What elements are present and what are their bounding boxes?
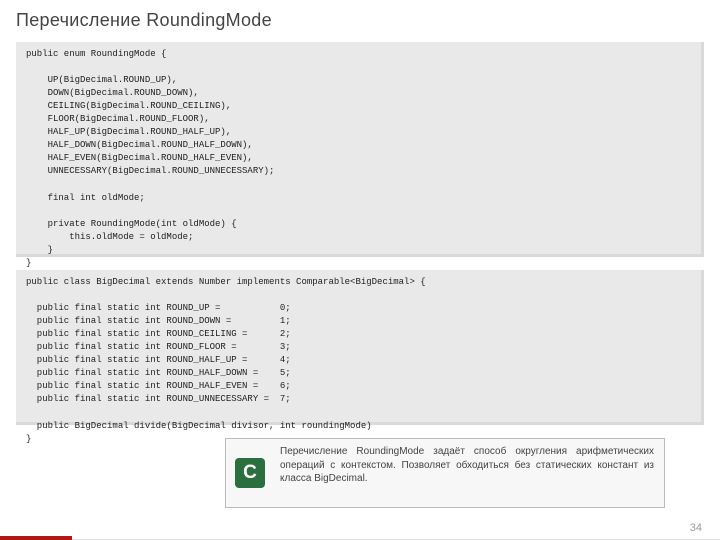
slide: Перечисление RoundingMode public enum Ro…	[0, 0, 720, 540]
code-block-roundingmode: public enum RoundingMode { UP(BigDecimal…	[16, 42, 704, 257]
info-text: Перечисление RoundingMode задаёт способ …	[274, 439, 664, 507]
consequence-icon: C	[235, 458, 265, 488]
code-block-bigdecimal: public class BigDecimal extends Number i…	[16, 270, 704, 425]
accent-bar	[0, 536, 72, 540]
info-icon-cell: C	[226, 439, 274, 507]
slide-title: Перечисление RoundingMode	[16, 10, 272, 31]
page-number: 34	[690, 522, 702, 534]
info-callout: C Перечисление RoundingMode задаёт спосо…	[225, 438, 665, 508]
